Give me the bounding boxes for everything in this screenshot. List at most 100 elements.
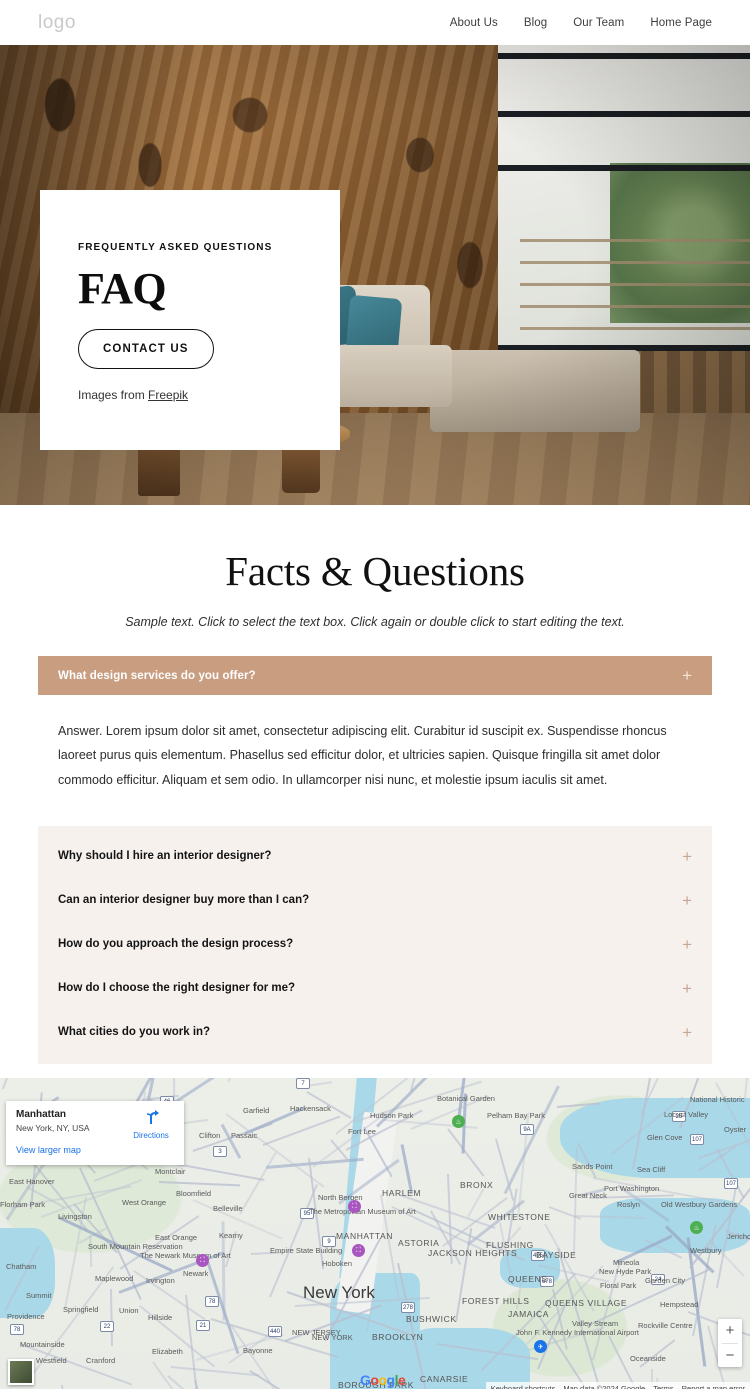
faq-section: Facts & Questions Sample text. Click to … bbox=[0, 505, 750, 1065]
accordion-item-5[interactable]: What cities do you work in? + bbox=[38, 1010, 712, 1054]
map-label: Port Washington bbox=[604, 1184, 660, 1194]
map-label: National Historic bbox=[690, 1095, 745, 1105]
map-label: Sands Point bbox=[572, 1162, 613, 1172]
map-label: Union bbox=[119, 1306, 139, 1316]
nav-item-blog[interactable]: Blog bbox=[524, 17, 547, 29]
faq-heading: FAQ bbox=[78, 264, 167, 313]
accordion-question: Why should I hire an interior designer? bbox=[58, 850, 272, 863]
highway-shield: 440 bbox=[268, 1326, 282, 1338]
plus-icon[interactable]: + bbox=[682, 892, 692, 909]
accordion-item-4[interactable]: How do I choose the right designer for m… bbox=[38, 966, 712, 1010]
map-label: QUEENS VILLAGE bbox=[545, 1298, 628, 1309]
freepik-link[interactable]: Freepik bbox=[148, 388, 188, 402]
nav-item-our-team[interactable]: Our Team bbox=[573, 17, 624, 29]
map-label: Hackensack bbox=[290, 1104, 331, 1114]
map-zoom-in-button[interactable]: + bbox=[718, 1319, 742, 1343]
map-label: Passaic bbox=[231, 1131, 258, 1141]
keyboard-shortcuts-link[interactable]: Keyboard shortcuts bbox=[491, 1384, 556, 1389]
report-map-error-link[interactable]: Report a map error bbox=[682, 1384, 745, 1389]
street-view-thumbnail[interactable] bbox=[8, 1359, 34, 1386]
map-label: CANARSIE bbox=[420, 1374, 469, 1385]
site-logo[interactable]: logo bbox=[38, 12, 76, 34]
map-label: Valley Stream bbox=[572, 1319, 619, 1329]
map-label: Oceanside bbox=[630, 1354, 666, 1364]
map-label: Bloomfield bbox=[176, 1189, 212, 1199]
map-label: Old Westbury Gardens bbox=[661, 1200, 738, 1210]
map-zoom-controls: + − bbox=[718, 1319, 742, 1368]
map-label: Chatham bbox=[6, 1262, 37, 1272]
map-label: Garfield bbox=[243, 1106, 270, 1116]
accordion-item-3[interactable]: How do you approach the design process? … bbox=[38, 922, 712, 966]
accordion-item-2[interactable]: Can an interior designer buy more than I… bbox=[38, 878, 712, 922]
highway-shield: 78 bbox=[205, 1296, 219, 1308]
map-label: Botanical Garden bbox=[437, 1094, 495, 1104]
map-embed[interactable]: 46379A2595978440227821495241072727867810… bbox=[0, 1078, 750, 1389]
map-label: Floral Park bbox=[600, 1281, 637, 1291]
map-label: South Mountain Reservation bbox=[88, 1242, 183, 1252]
map-label: The Newark Museum of Art bbox=[140, 1251, 231, 1261]
contact-us-button[interactable]: CONTACT US bbox=[78, 329, 214, 369]
map-label: ASTORIA bbox=[398, 1238, 440, 1249]
image-credit: Images from Freepik bbox=[78, 388, 302, 402]
map-label: Bayonne bbox=[243, 1346, 273, 1356]
google-logo: Google bbox=[360, 1372, 406, 1389]
page-root: logo About Us Blog Our Team Home Page FR… bbox=[0, 0, 750, 1389]
nav-item-home-page[interactable]: Home Page bbox=[650, 17, 712, 29]
map-label: Newark bbox=[183, 1269, 209, 1279]
map-label: Oyster bbox=[724, 1125, 747, 1135]
site-header: logo About Us Blog Our Team Home Page bbox=[0, 0, 750, 45]
map-label: East Hanover bbox=[9, 1177, 55, 1187]
map-directions-button[interactable]: Directions bbox=[128, 1109, 174, 1140]
map-label: Westfield bbox=[36, 1356, 67, 1366]
map-label: Hudson Park bbox=[370, 1111, 414, 1121]
map-label: WHITESTONE bbox=[488, 1212, 551, 1223]
accordion-header-active[interactable]: What design services do you offer? + bbox=[38, 656, 712, 695]
map-label: MANHATTAN bbox=[336, 1231, 394, 1242]
map-label: Pelham Bay Park bbox=[487, 1111, 545, 1121]
nav-item-about-us[interactable]: About Us bbox=[450, 17, 498, 29]
accordion-answer: Answer. Lorem ipsum dolor sit amet, cons… bbox=[38, 695, 712, 819]
highway-shield: 3 bbox=[213, 1146, 227, 1158]
map-label: BRONX bbox=[460, 1180, 494, 1191]
image-credit-prefix: Images from bbox=[78, 388, 149, 402]
map-attribution-bar: Keyboard shortcuts Map data ©2024 Google… bbox=[485, 1382, 750, 1389]
terms-link[interactable]: Terms bbox=[653, 1384, 673, 1389]
map-label: Garden City bbox=[645, 1276, 686, 1286]
plus-icon[interactable]: + bbox=[682, 1024, 692, 1041]
plus-icon[interactable]: + bbox=[682, 667, 692, 684]
main-navigation: About Us Blog Our Team Home Page bbox=[450, 17, 712, 29]
map-label: FOREST HILLS bbox=[462, 1296, 530, 1307]
map-label: Great Neck bbox=[569, 1191, 607, 1201]
map-label: Westbury bbox=[690, 1246, 722, 1256]
map-zoom-out-button[interactable]: − bbox=[718, 1344, 742, 1368]
map-label: HARLEM bbox=[382, 1188, 422, 1199]
highway-shield: 9A bbox=[520, 1124, 534, 1136]
accordion-question: How do you approach the design process? bbox=[58, 938, 294, 951]
map-label: Cranford bbox=[86, 1356, 116, 1366]
hero-section: FREQUENTLY ASKED QUESTIONS FAQ CONTACT U… bbox=[0, 45, 750, 505]
view-larger-map-link[interactable]: View larger map bbox=[16, 1145, 81, 1155]
map-label: Empire State Building bbox=[270, 1246, 343, 1256]
accordion-item-1[interactable]: Why should I hire an interior designer? … bbox=[38, 834, 712, 878]
accordion-question-active: What design services do you offer? bbox=[58, 669, 256, 682]
map-label: BROOKLYN bbox=[372, 1332, 424, 1343]
plus-icon[interactable]: + bbox=[682, 936, 692, 953]
map-label: BUSHWICK bbox=[406, 1314, 457, 1325]
plus-icon[interactable]: + bbox=[682, 848, 692, 865]
hero-faq-card: FREQUENTLY ASKED QUESTIONS FAQ CONTACT U… bbox=[40, 190, 340, 450]
map-label: Florham Park bbox=[0, 1200, 46, 1210]
map-label: Locust Valley bbox=[664, 1110, 709, 1120]
map-data-copyright: Map data ©2024 Google bbox=[563, 1384, 646, 1389]
map-label: Glen Cove bbox=[647, 1133, 683, 1143]
map-label: Hillside bbox=[148, 1313, 173, 1323]
highway-shield: 278 bbox=[401, 1302, 415, 1314]
section-title: Facts & Questions bbox=[225, 548, 525, 594]
accordion-open-item: What design services do you offer? + Ans… bbox=[38, 656, 712, 819]
map-label: NEW YORK bbox=[312, 1333, 353, 1343]
map-label: JAMAICA bbox=[508, 1309, 550, 1320]
plus-icon[interactable]: + bbox=[682, 980, 692, 997]
highway-shield: 22 bbox=[100, 1321, 114, 1333]
accordion-question: How do I choose the right designer for m… bbox=[58, 982, 296, 995]
section-subtitle: Sample text. Click to select the text bo… bbox=[125, 615, 625, 629]
accordion-list: Why should I hire an interior designer? … bbox=[38, 826, 712, 1065]
